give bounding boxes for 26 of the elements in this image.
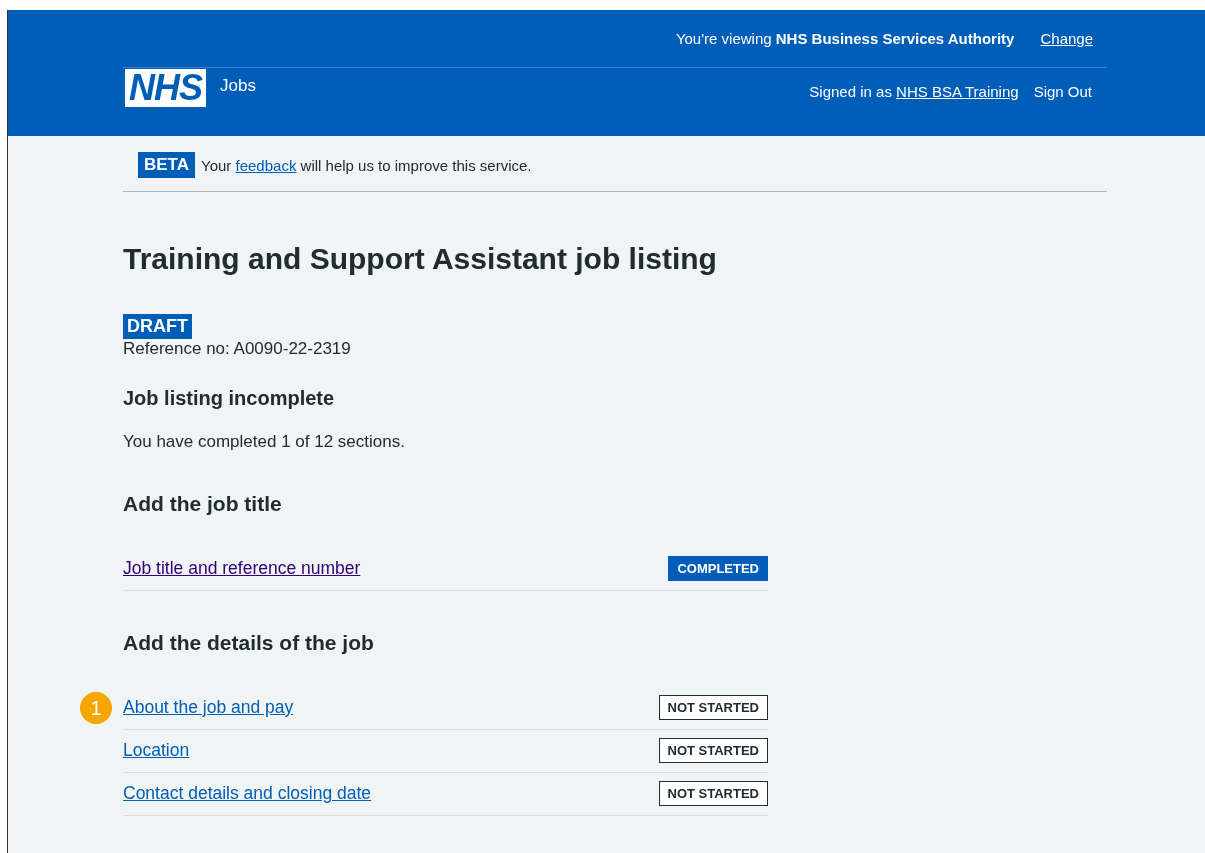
change-link[interactable]: Change — [1040, 30, 1093, 47]
page-title: Training and Support Assistant job listing — [123, 242, 718, 276]
progress-heading: Job listing incomplete — [123, 387, 336, 410]
status-tag: COMPLETED — [668, 556, 768, 581]
beta-tag: BETA — [138, 152, 195, 178]
draft-tag: DRAFT — [123, 314, 192, 339]
service-name: Jobs — [220, 76, 256, 96]
reference-text: Reference no: A0090-22-2319 — [123, 339, 352, 359]
viewing-text: You're viewing NHS Business Services Authority — [675, 30, 1015, 47]
task-link[interactable]: Job title and reference number — [123, 558, 361, 579]
feedback-text: Your feedback will help us to improve this service. — [201, 156, 532, 174]
sign-out-link[interactable]: Sign Out — [1033, 83, 1092, 100]
section-heading: Add the job title — [123, 492, 283, 516]
progress-text: You have completed 1 of 12 sections. — [123, 432, 406, 452]
status-tag: NOT STARTED — [658, 781, 768, 806]
user-link[interactable]: NHS BSA Training — [896, 83, 1019, 100]
signed-in-text: Signed in as NHS BSA Training — [809, 83, 1019, 100]
task-link[interactable]: Location — [123, 740, 190, 761]
task-link[interactable]: About the job and pay — [123, 697, 294, 718]
nhs-logo[interactable]: NHS — [125, 69, 206, 107]
feedback-link[interactable]: feedback — [235, 156, 297, 174]
task-link[interactable]: Contact details and closing date — [123, 783, 372, 804]
section-heading: Add the details of the job — [123, 631, 375, 655]
status-tag: NOT STARTED — [658, 738, 768, 763]
status-tag: NOT STARTED — [658, 695, 768, 720]
step-marker: 1 — [80, 692, 112, 724]
